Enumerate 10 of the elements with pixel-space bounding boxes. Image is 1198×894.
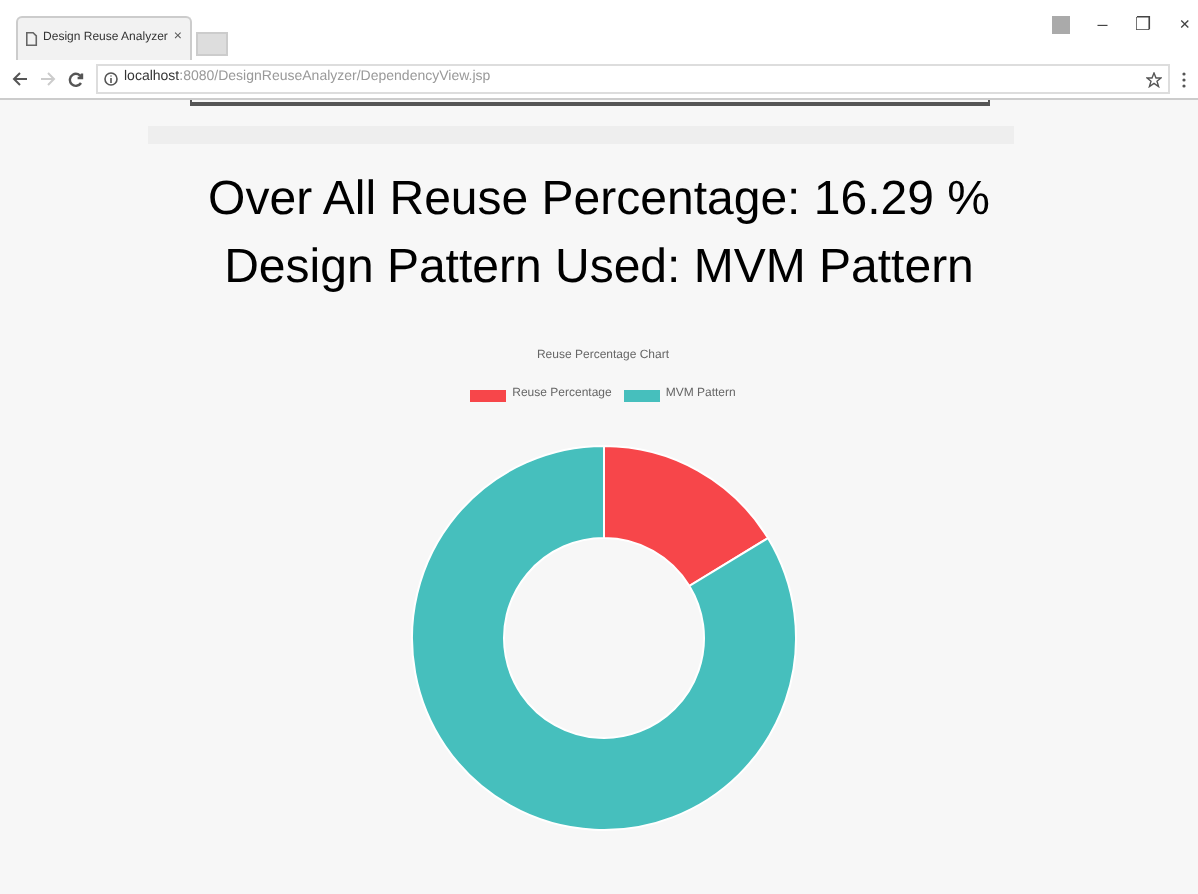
page-icon: [26, 30, 38, 48]
heading: Design Pattern Used: MVM Pattern: [224, 240, 974, 296]
window-control-button[interactable]: –: [1097, 12, 1108, 39]
info-icon: [104, 72, 118, 86]
heading: Over All Reuse Percentage: 16.29 %: [208, 172, 990, 228]
bookmark-star-icon[interactable]: [1146, 71, 1162, 87]
reload-icon[interactable]: [68, 71, 84, 87]
window-control-button[interactable]: ×: [1179, 12, 1190, 39]
back-icon[interactable]: [12, 72, 28, 86]
window-control-button[interactable]: ❐: [1135, 12, 1152, 39]
